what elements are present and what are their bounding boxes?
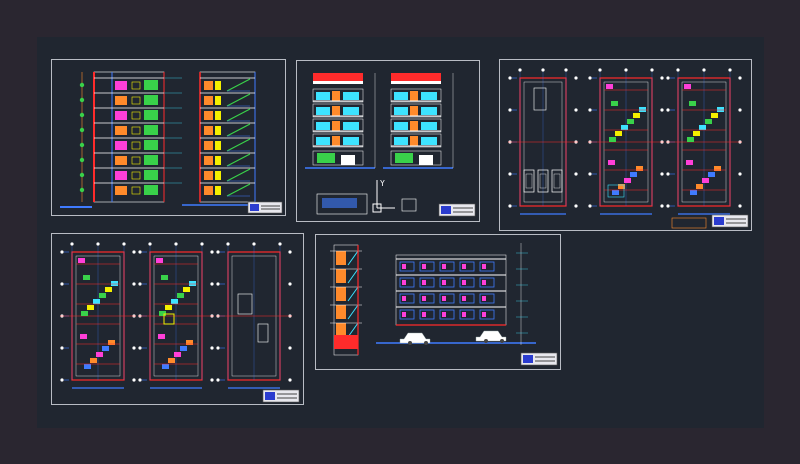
sheet-front-elevations[interactable]: Y [296, 60, 480, 222]
sheet-typical-floor-plans[interactable] [51, 233, 304, 405]
title-block [262, 389, 300, 403]
ucs-y-label: Y [380, 179, 385, 188]
sheet-building-sections[interactable] [51, 59, 286, 216]
side-elevation-drawing [330, 243, 558, 366]
parking-plans-drawing [508, 68, 749, 229]
section-a [81, 71, 165, 203]
title-block [247, 201, 283, 214]
sheet-parking-floor-plans[interactable] [499, 59, 752, 231]
sheet-side-elevation-section[interactable] [315, 234, 561, 370]
model-space-canvas[interactable]: Y [37, 37, 764, 428]
floor-plans-drawing [60, 242, 300, 403]
title-block [520, 352, 558, 366]
title-block [671, 214, 749, 229]
sections-drawing [60, 71, 283, 214]
ucs-icon: Y [372, 179, 395, 213]
title-block [438, 203, 476, 217]
